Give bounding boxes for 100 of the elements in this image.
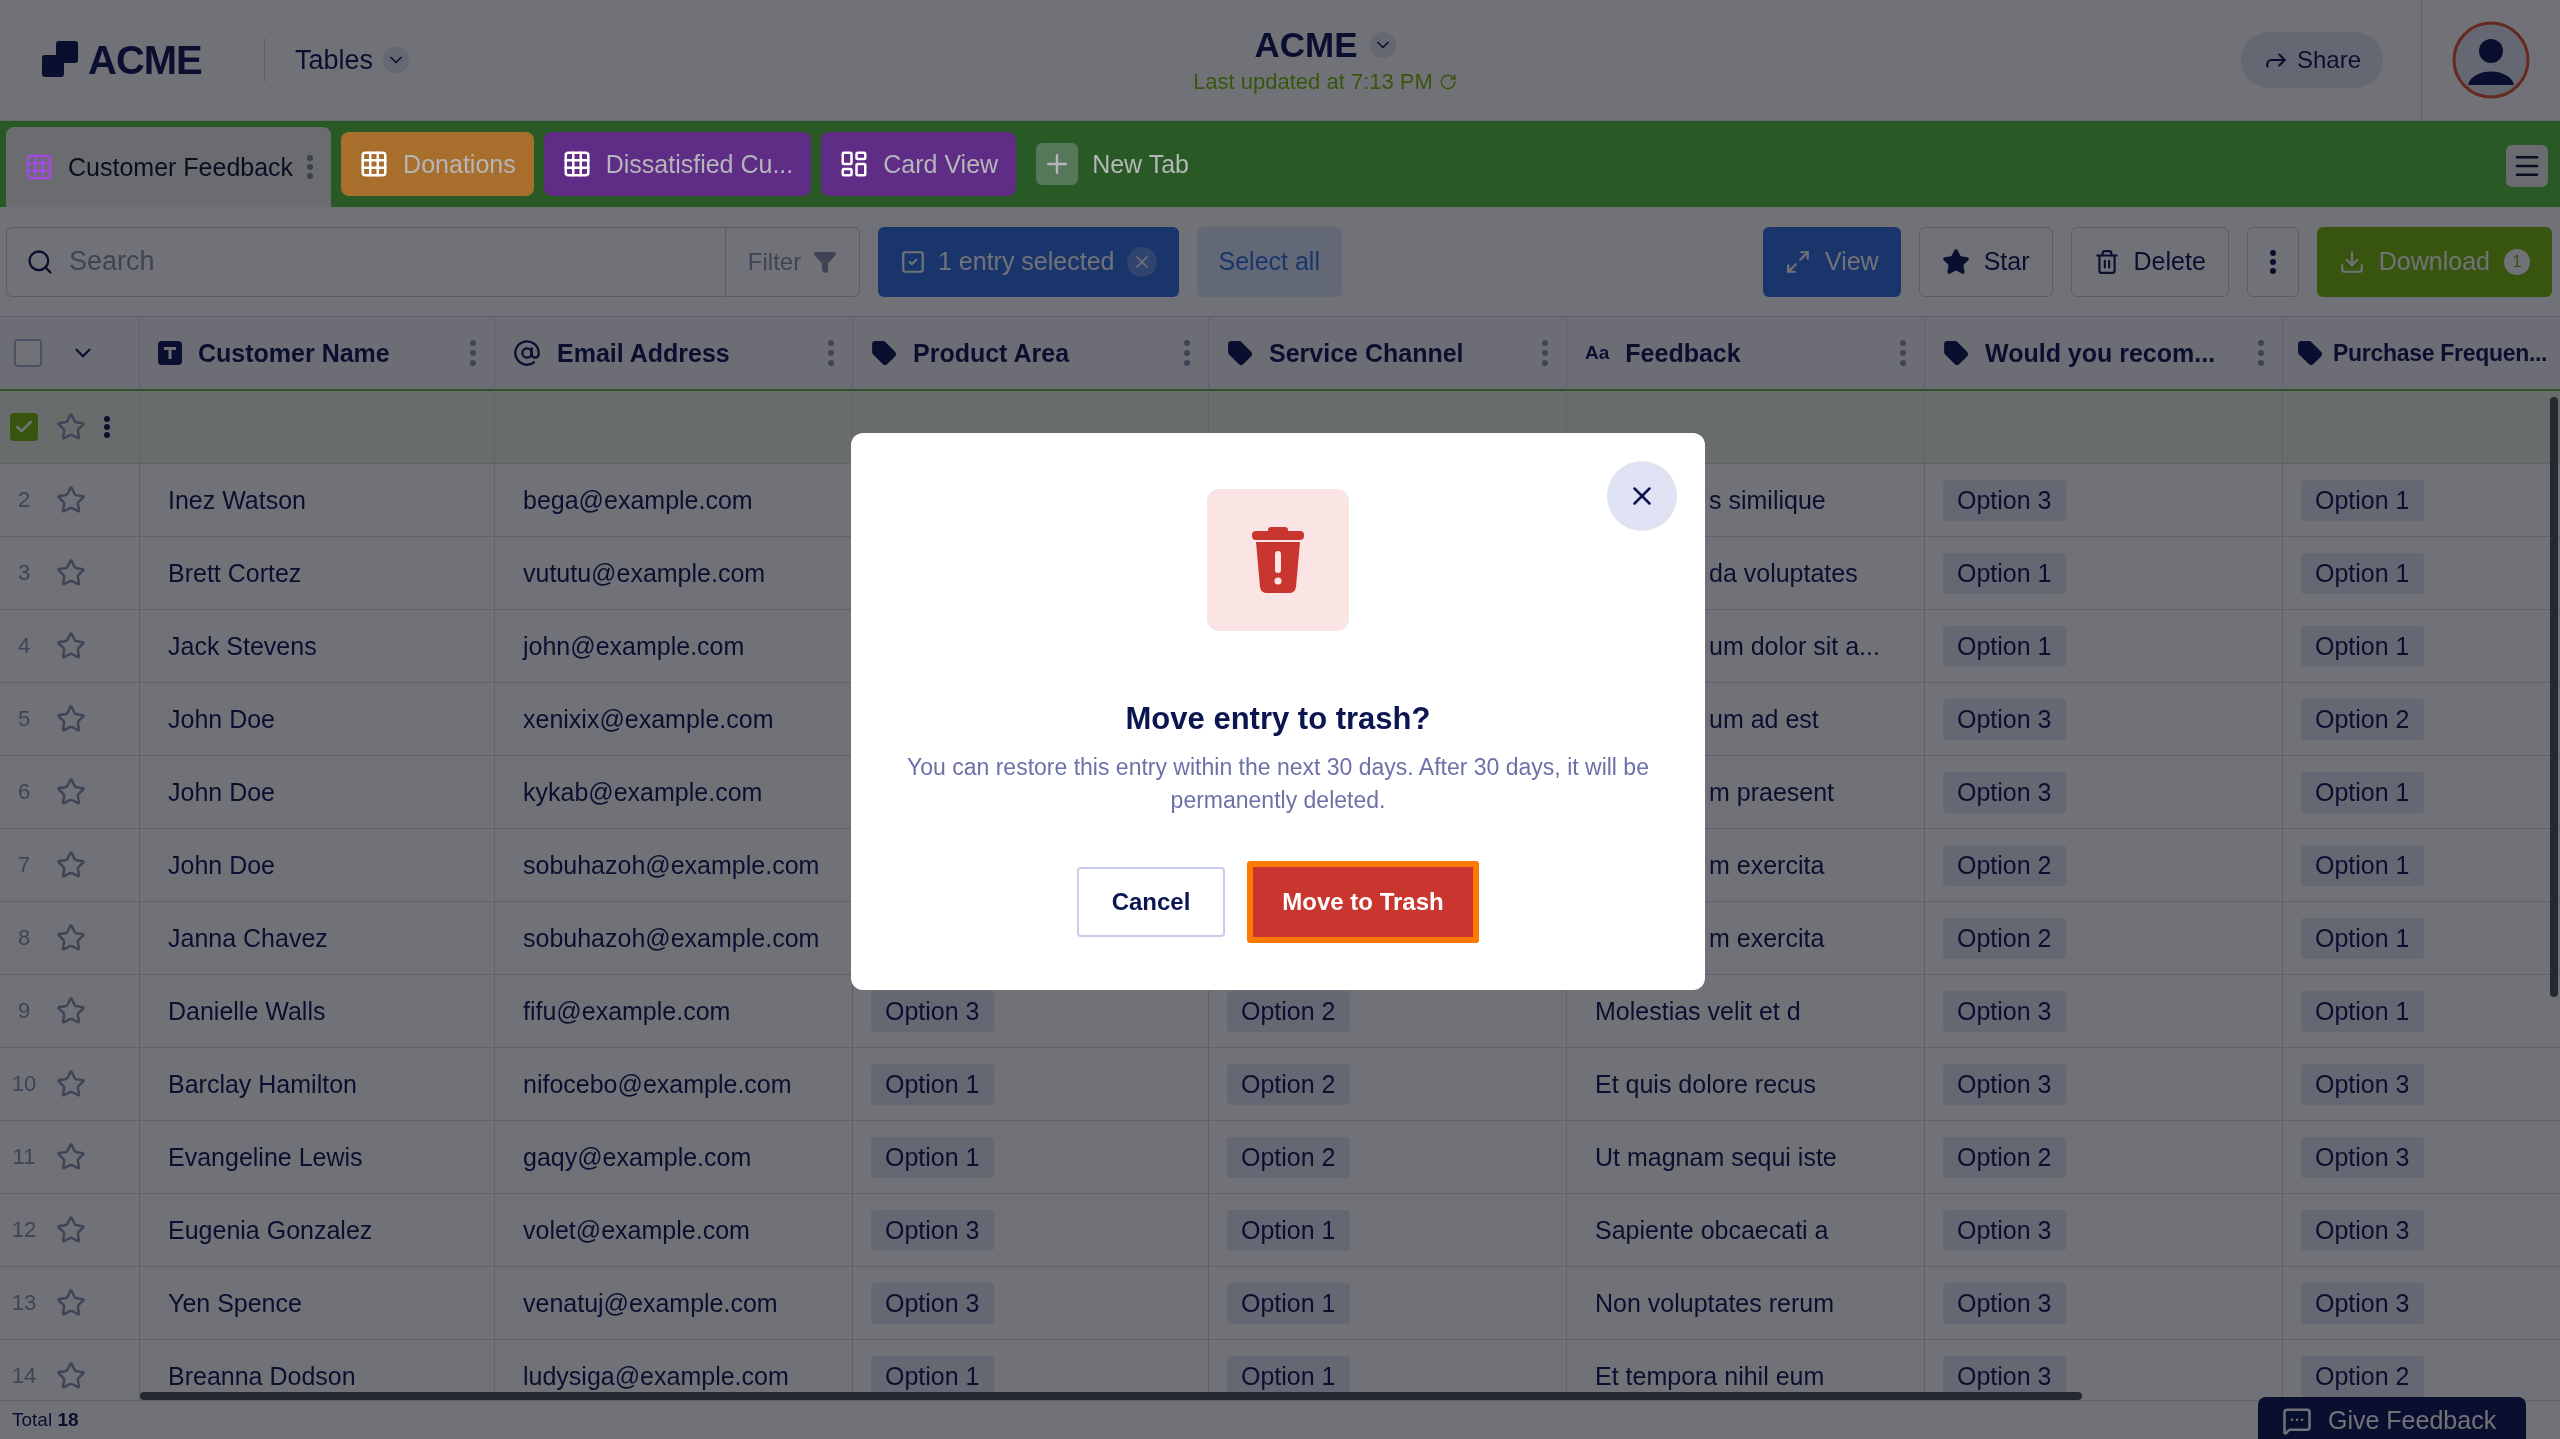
vertical-scrollbar[interactable] (2550, 397, 2558, 997)
option-tag: Option 1 (871, 1136, 994, 1178)
star-icon[interactable] (56, 412, 86, 442)
table-cell: sobuhazoh@example.com (523, 850, 820, 880)
more-icon[interactable] (1542, 340, 1548, 366)
logo-text: ACME (88, 37, 202, 83)
select-all-button[interactable]: Select all (1196, 226, 1342, 297)
table-cell: john@example.com (523, 631, 745, 661)
move-to-trash-button[interactable]: Move to Trash (1247, 861, 1479, 943)
text-field-icon (158, 341, 182, 365)
option-tag: Option 2 (1943, 917, 2066, 959)
option-tag: Option 3 (1943, 771, 2066, 813)
more-icon[interactable] (470, 340, 476, 366)
column-header[interactable]: Service Channel (1209, 317, 1567, 391)
last-updated-text: Last updated at 7:13 PM (1193, 69, 1457, 95)
option-tag: Option 3 (1943, 479, 2066, 521)
tables-menu[interactable]: Tables (295, 44, 410, 76)
option-tag: Option 3 (2301, 1209, 2424, 1251)
delete-button[interactable]: Delete (2070, 226, 2229, 297)
option-tag: Option 1 (871, 1063, 994, 1105)
star-icon[interactable] (56, 485, 86, 515)
star-icon[interactable] (56, 850, 86, 880)
option-tag: Option 3 (871, 1209, 994, 1251)
view-button[interactable]: View (1762, 226, 1901, 297)
table-cell: Molestias velit et d (1595, 996, 1801, 1026)
star-icon (1941, 247, 1970, 276)
table-tab[interactable]: Dissatisfied Cu... (543, 132, 812, 196)
column-header[interactable]: Aa Feedback (1567, 317, 1925, 391)
table-cell: Yen Spence (168, 1288, 302, 1318)
column-header[interactable]: Purchase Frequen... (2283, 317, 2560, 391)
table-cell: xenixix@example.com (523, 704, 774, 734)
table-cell: s similique (1709, 485, 1826, 515)
total-count: Total 18 (11, 1409, 80, 1431)
text-style-icon: Aa (1585, 342, 1610, 364)
star-icon[interactable] (56, 704, 86, 734)
cancel-button[interactable]: Cancel (1077, 867, 1225, 937)
table-cell: kykab@example.com (523, 777, 763, 807)
table-cell: John Doe (168, 704, 276, 734)
column-header[interactable]: Product Area (853, 317, 1209, 391)
table-cell: John Doe (168, 850, 276, 880)
form-title[interactable]: ACME (1254, 25, 1396, 65)
table-grid-icon (24, 152, 54, 182)
option-tag: Option 2 (2301, 698, 2424, 740)
star-icon[interactable] (56, 1069, 86, 1099)
option-tag: Option 3 (1943, 990, 2066, 1032)
star-icon[interactable] (56, 996, 86, 1026)
count-badge: 1 (2504, 248, 2530, 275)
refresh-icon (1438, 73, 1457, 91)
table-cell: m exercita (1709, 923, 1825, 953)
menu-button[interactable] (2506, 145, 2548, 187)
checkbox-icon (900, 248, 926, 275)
star-button[interactable]: Star (1918, 226, 2053, 297)
option-tag: Option 3 (1943, 1282, 2066, 1324)
option-tag: Option 2 (1227, 990, 1350, 1032)
share-button[interactable]: Share (2240, 32, 2383, 88)
option-tag: Option 1 (1943, 552, 2066, 594)
option-tag: Option 2 (1943, 1136, 2066, 1178)
more-icon[interactable] (1184, 340, 1190, 366)
table-cell: venatuj@example.com (523, 1288, 778, 1318)
more-icon[interactable] (104, 416, 110, 438)
more-icon[interactable] (307, 155, 314, 179)
table-tab[interactable]: Customer Feedback (6, 127, 332, 207)
star-icon[interactable] (56, 1361, 86, 1391)
row-checkbox[interactable] (10, 413, 38, 441)
option-tag: Option 1 (2301, 771, 2424, 813)
table-tab[interactable]: Donations (341, 132, 534, 196)
tag-icon (871, 340, 897, 366)
horizontal-scrollbar[interactable] (140, 1392, 2082, 1400)
star-icon[interactable] (56, 1288, 86, 1318)
option-tag: Option 1 (1943, 625, 2066, 667)
trash-warning-icon (1250, 527, 1306, 593)
give-feedback-button[interactable]: Give Feedback (2258, 1397, 2526, 1439)
table-cell: Jack Stevens (168, 631, 317, 661)
card-layout-icon (839, 149, 870, 179)
filter-icon (813, 249, 838, 274)
more-icon[interactable] (1900, 340, 1906, 366)
star-icon[interactable] (56, 558, 86, 588)
more-button[interactable] (2246, 226, 2299, 297)
column-header[interactable]: Email Address (495, 317, 853, 391)
table-cell: Et tempora nihil eum (1595, 1361, 1825, 1391)
select-all-checkbox[interactable] (14, 339, 42, 367)
column-header[interactable]: Would you recom... (1925, 317, 2283, 391)
star-icon[interactable] (56, 1215, 86, 1245)
star-icon[interactable] (56, 923, 86, 953)
option-tag: Option 3 (2301, 1063, 2424, 1105)
more-icon[interactable] (828, 340, 834, 366)
star-icon[interactable] (56, 777, 86, 807)
selection-button[interactable]: 1 entry selected (878, 226, 1179, 297)
option-tag: Option 1 (2301, 917, 2424, 959)
table-cell: sobuhazoh@example.com (523, 923, 820, 953)
option-tag: Option 3 (1943, 1063, 2066, 1105)
more-icon[interactable] (2258, 340, 2264, 366)
star-icon[interactable] (56, 1142, 86, 1172)
table-cell: da voluptates (1709, 558, 1858, 588)
table-cell: Sapiente obcaecati a (1595, 1215, 1829, 1245)
new-tab-button[interactable]: New Tab (1026, 132, 1199, 196)
table-tab[interactable]: Card View (821, 132, 1017, 196)
avatar-icon[interactable] (2452, 21, 2530, 99)
star-icon[interactable] (56, 631, 86, 661)
column-header[interactable]: Customer Name (140, 317, 495, 391)
